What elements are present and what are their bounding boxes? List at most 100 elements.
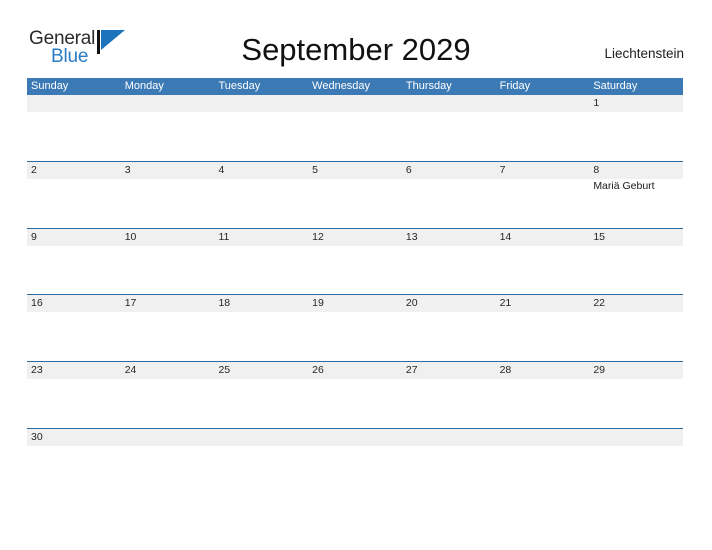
day-cell[interactable]: 9 [27, 229, 121, 295]
weekday-header-row: Sunday Monday Tuesday Wednesday Thursday… [27, 78, 683, 95]
day-cell[interactable] [402, 429, 496, 496]
day-cell[interactable]: 8 Mariä Geburt [589, 162, 683, 228]
day-events [500, 379, 590, 380]
day-events [218, 429, 308, 430]
weekday-header-sunday: Sunday [31, 80, 69, 92]
day-cell[interactable] [121, 95, 215, 161]
day-cell[interactable]: 27 [402, 362, 496, 428]
day-cell[interactable]: 11 [214, 229, 308, 295]
day-cell[interactable]: 24 [121, 362, 215, 428]
day-number: 26 [312, 364, 324, 377]
day-events: Mariä Geburt [593, 179, 683, 193]
day-events [406, 95, 496, 96]
day-events [218, 312, 308, 313]
calendar-week-row: 1 [27, 95, 683, 162]
day-cell[interactable]: 19 [308, 295, 402, 361]
day-cell[interactable]: 30 [27, 429, 121, 496]
day-cell[interactable]: 3 [121, 162, 215, 228]
day-events [125, 429, 215, 430]
day-events [125, 179, 215, 180]
day-events [218, 379, 308, 380]
weekday-header-monday: Monday [124, 80, 164, 92]
day-number: 21 [499, 297, 512, 310]
calendar-week-row: 23 24 25 26 27 28 29 [27, 362, 683, 429]
weekday-header-thursday: Thursday [405, 80, 452, 92]
day-cell[interactable]: 25 [214, 362, 308, 428]
day-number: 25 [218, 364, 231, 377]
day-cell[interactable] [214, 429, 308, 496]
day-cell[interactable]: 15 [589, 229, 683, 295]
day-events [593, 112, 683, 113]
day-cell[interactable]: 12 [308, 229, 402, 295]
day-cell[interactable]: 4 [214, 162, 308, 228]
day-events [593, 429, 683, 430]
day-number: 4 [218, 163, 225, 176]
day-cell[interactable] [308, 95, 402, 161]
day-cell[interactable]: 28 [496, 362, 590, 428]
page-header: General Blue September 2029 Liechtenstei… [0, 0, 712, 76]
day-events [31, 179, 121, 180]
day-cell[interactable]: 6 [402, 162, 496, 228]
weekday-header-tuesday: Tuesday [218, 80, 261, 92]
day-cell[interactable] [589, 429, 683, 496]
day-cell[interactable]: 13 [402, 229, 496, 295]
day-cell[interactable]: 18 [214, 295, 308, 361]
day-cell[interactable]: 20 [402, 295, 496, 361]
day-number: 17 [124, 297, 137, 310]
day-number: 18 [218, 297, 231, 310]
day-cell[interactable]: 16 [27, 295, 121, 361]
day-cell[interactable] [496, 429, 590, 496]
day-cell[interactable] [402, 95, 496, 161]
day-events [312, 379, 402, 380]
day-cell[interactable]: 10 [121, 229, 215, 295]
day-number: 2 [31, 163, 37, 176]
day-events [218, 95, 308, 96]
day-events [125, 95, 215, 96]
day-cell[interactable]: 2 [27, 162, 121, 228]
day-number: 14 [499, 230, 512, 243]
weekday-header-saturday: Saturday [593, 80, 638, 92]
day-number: 8 [593, 163, 600, 176]
calendar-week-row: 30 [27, 428, 683, 496]
day-number: 22 [593, 297, 605, 310]
day-cell[interactable]: 23 [27, 362, 121, 428]
day-cell[interactable] [308, 429, 402, 496]
day-cell[interactable] [27, 95, 121, 161]
day-cell[interactable] [496, 95, 590, 161]
calendar-week-row: 16 17 18 19 20 21 22 [27, 295, 683, 363]
day-cell[interactable]: 5 [308, 162, 402, 228]
day-number: 15 [593, 230, 605, 243]
day-number: 3 [124, 163, 131, 176]
day-number: 10 [124, 230, 137, 243]
day-number: 9 [31, 230, 37, 243]
day-events [31, 446, 121, 447]
day-cell[interactable]: 29 [589, 362, 683, 428]
day-cell[interactable]: 17 [121, 295, 215, 361]
day-cell[interactable] [121, 429, 215, 496]
region-label: Liechtenstein [604, 46, 684, 61]
day-cell[interactable] [214, 95, 308, 161]
day-events [312, 179, 402, 180]
day-number: 23 [31, 364, 43, 377]
day-events [125, 379, 215, 380]
day-cell[interactable]: 21 [496, 295, 590, 361]
day-events [500, 429, 590, 430]
calendar-page: General Blue September 2029 Liechtenstei… [0, 0, 712, 550]
day-events [593, 379, 683, 380]
day-events [312, 95, 402, 96]
day-events [312, 246, 402, 247]
day-events [312, 312, 402, 313]
day-number: 24 [124, 364, 137, 377]
day-events [31, 379, 121, 380]
day-events [218, 179, 308, 180]
day-number: 30 [31, 430, 43, 443]
day-number: 5 [312, 163, 318, 176]
day-cell[interactable]: 26 [308, 362, 402, 428]
day-event: Mariä Geburt [593, 179, 655, 192]
day-events [218, 246, 308, 247]
day-cell[interactable]: 7 [496, 162, 590, 228]
day-events [406, 379, 496, 380]
day-cell[interactable]: 22 [589, 295, 683, 361]
day-cell[interactable]: 1 [589, 95, 683, 161]
day-cell[interactable]: 14 [496, 229, 590, 295]
